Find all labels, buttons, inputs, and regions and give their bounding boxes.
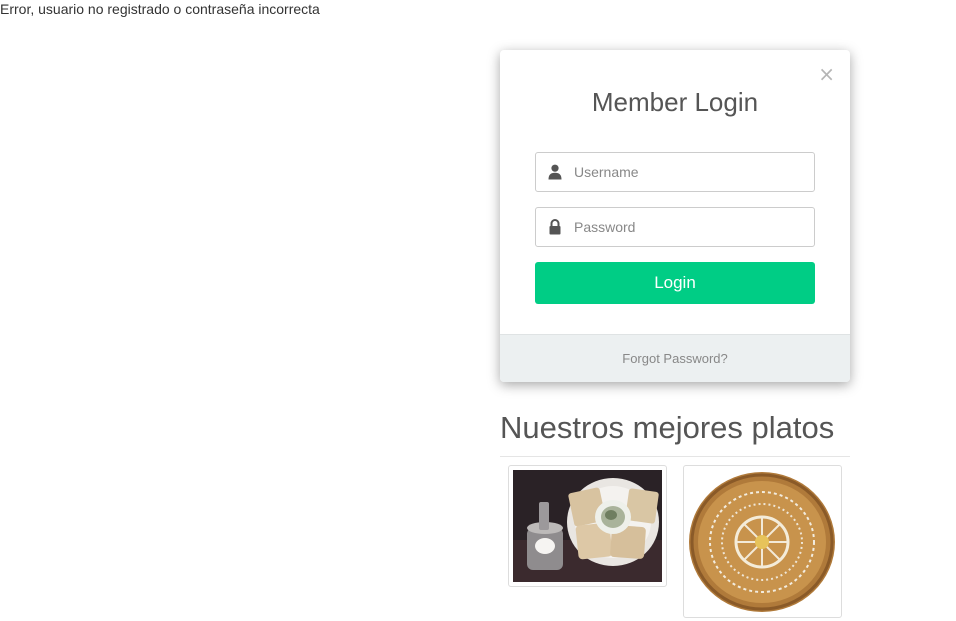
login-modal: × Member Login Login Forgot Password?	[500, 50, 850, 382]
close-icon[interactable]: ×	[818, 64, 835, 84]
lock-icon	[549, 219, 561, 235]
dish-thumbnail-2[interactable]	[683, 465, 842, 618]
forgot-password-link[interactable]: Forgot Password?	[622, 351, 728, 366]
password-input[interactable]	[574, 208, 810, 246]
modal-footer: Forgot Password?	[500, 334, 850, 382]
username-input[interactable]	[574, 153, 810, 191]
section-divider	[500, 456, 850, 457]
user-icon	[548, 164, 562, 180]
coffee-and-toast-photo	[513, 470, 662, 582]
dishes-section-title: Nuestros mejores platos	[500, 410, 835, 445]
bread-loaf-photo	[688, 470, 837, 613]
password-field-wrapper	[535, 207, 815, 247]
modal-title: Member Login	[591, 87, 759, 117]
username-field-wrapper	[535, 152, 815, 192]
error-message: Error, usuario no registrado o contraseñ…	[0, 1, 320, 17]
login-button[interactable]: Login	[535, 262, 815, 304]
dish-thumbnail-1[interactable]	[508, 465, 667, 587]
